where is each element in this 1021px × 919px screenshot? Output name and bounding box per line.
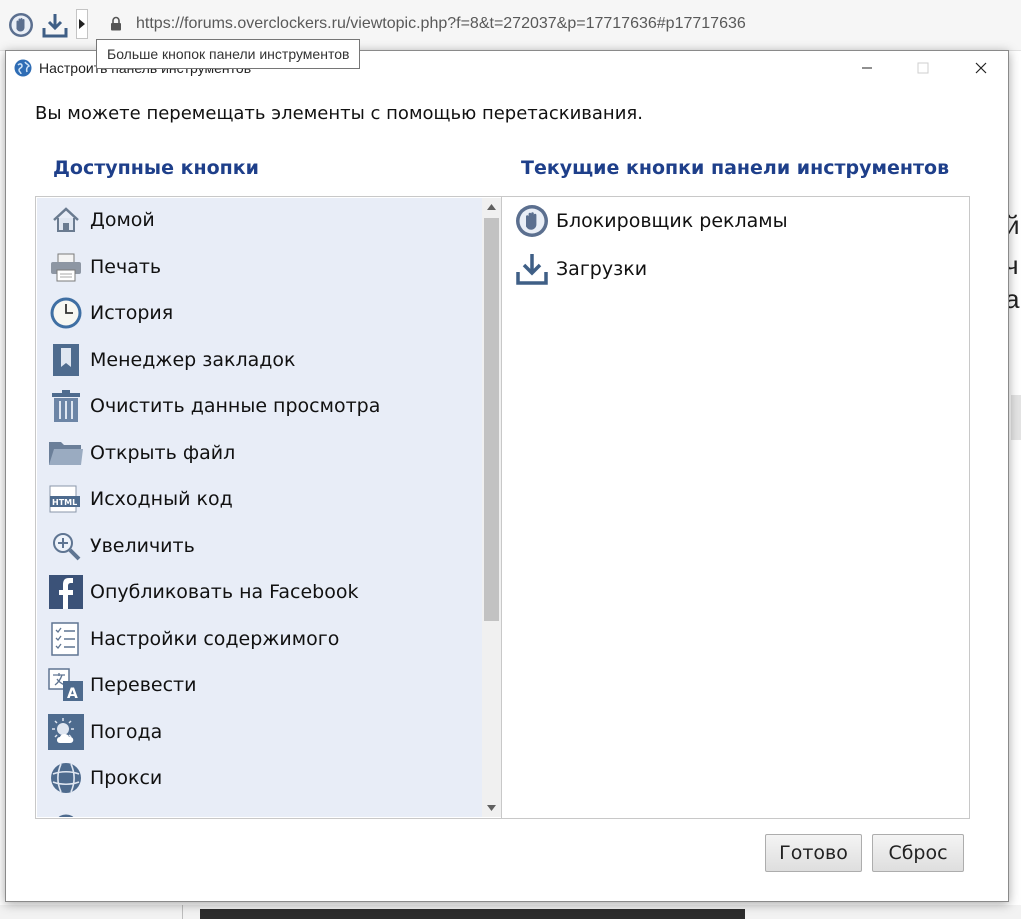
item-label: Домой (90, 209, 155, 231)
history-icon (48, 295, 84, 331)
maximize-icon (917, 62, 929, 74)
item-label: Менеджер закладок (90, 349, 296, 371)
close-icon (975, 62, 987, 74)
settings-list-icon (48, 621, 84, 657)
svg-text:A: A (67, 686, 78, 702)
current-item-downloads[interactable]: Загрузки (514, 247, 647, 291)
background-divider (182, 905, 183, 919)
available-buttons-header: Доступные кнопки (53, 157, 259, 179)
tooltip: Больше кнопок панели инструментов (96, 39, 361, 69)
item-label: Загрузки (556, 258, 648, 280)
background-element (1011, 395, 1021, 440)
download-icon (42, 14, 68, 38)
item-label: Исходный код (90, 488, 233, 510)
list-item-bookmarks-manager[interactable]: Менеджер закладок (48, 338, 295, 382)
item-label: Перевести (90, 674, 197, 696)
scroll-down-button[interactable] (482, 799, 501, 817)
partial-item-icon (48, 806, 84, 817)
adblock-toolbar-button[interactable] (6, 9, 36, 41)
list-item-print[interactable]: Печать (48, 245, 161, 289)
scrollbar-thumb[interactable] (484, 218, 499, 621)
available-list-scrollbar[interactable] (482, 198, 501, 817)
list-item-history[interactable]: История (48, 291, 173, 335)
item-label: Блокировщик рекламы (556, 210, 788, 232)
chevron-right-icon (79, 19, 85, 29)
arrow-down-icon (487, 805, 496, 811)
list-item-weather[interactable]: Погода (48, 710, 162, 754)
facebook-icon (48, 574, 84, 610)
more-toolbar-buttons[interactable] (76, 9, 88, 39)
zoom-icon (48, 528, 84, 564)
close-button[interactable] (952, 51, 1010, 85)
item-label: Настройки содержимого (90, 628, 340, 650)
trash-icon (48, 388, 84, 424)
list-item-translate[interactable]: A Перевести (48, 663, 196, 707)
folder-icon (48, 435, 84, 471)
list-item-content-settings[interactable]: Настройки содержимого (48, 617, 339, 661)
item-label: Погода (90, 721, 163, 743)
address-bar-url[interactable]: https://forums.overclockers.ru/viewtopic… (136, 15, 746, 33)
list-item-home[interactable]: Домой (48, 198, 155, 242)
item-label: Очистить данные просмотра (90, 395, 381, 417)
scroll-up-button[interactable] (482, 198, 501, 216)
weather-icon (48, 714, 84, 750)
current-buttons-list[interactable]: Блокировщик рекламы Загрузки (502, 198, 969, 817)
item-label: Печать (90, 256, 162, 278)
current-buttons-header: Текущие кнопки панели инструментов (521, 157, 950, 179)
proxy-icon (48, 760, 84, 796)
adblock-hand-icon (9, 13, 33, 37)
downloads-toolbar-button[interactable] (40, 9, 70, 41)
adblock-icon (514, 203, 550, 239)
instruction-text: Вы можете перемещать элементы с помощью … (35, 103, 643, 124)
reset-button[interactable]: Сброс (872, 834, 964, 872)
arrow-up-icon (487, 204, 496, 210)
available-buttons-list[interactable]: Домой Печать История Менеджер закладок О… (37, 198, 482, 817)
globe-icon (14, 59, 32, 77)
item-label: Прокси (90, 767, 163, 789)
translate-icon: A (48, 667, 84, 703)
item-label: Опубликовать на Facebook (90, 581, 359, 603)
list-item-proxy[interactable]: Прокси (48, 756, 162, 800)
list-item-share-facebook[interactable]: Опубликовать на Facebook (48, 570, 358, 614)
item-label: История (90, 302, 174, 324)
list-item-view-source[interactable]: HTML Исходный код (48, 477, 233, 521)
home-icon (48, 202, 84, 238)
background-dark-panel (200, 909, 745, 919)
list-item-partial[interactable] (48, 802, 84, 817)
list-item-clear-browsing-data[interactable]: Очистить данные просмотра (48, 384, 380, 428)
item-label: Увеличить (90, 535, 195, 557)
bookmarks-icon (48, 342, 84, 378)
lock-icon (111, 16, 121, 31)
html-icon: HTML (48, 481, 84, 517)
done-button[interactable]: Готово (765, 834, 862, 872)
minimize-button[interactable] (838, 51, 896, 85)
list-item-zoom-in[interactable]: Увеличить (48, 524, 195, 568)
list-item-open-file[interactable]: Открыть файл (48, 431, 235, 475)
item-label: Открыть файл (90, 442, 236, 464)
download-icon (514, 251, 550, 287)
current-item-adblocker[interactable]: Блокировщик рекламы (514, 199, 788, 243)
print-icon (48, 249, 84, 285)
customize-toolbar-dialog: Настроить панель инструментов Вы можете … (5, 50, 1009, 902)
svg-text:HTML: HTML (52, 498, 77, 507)
toolbar-panes: Домой Печать История Менеджер закладок О… (35, 196, 970, 819)
minimize-icon (862, 67, 872, 69)
maximize-button (894, 51, 952, 85)
